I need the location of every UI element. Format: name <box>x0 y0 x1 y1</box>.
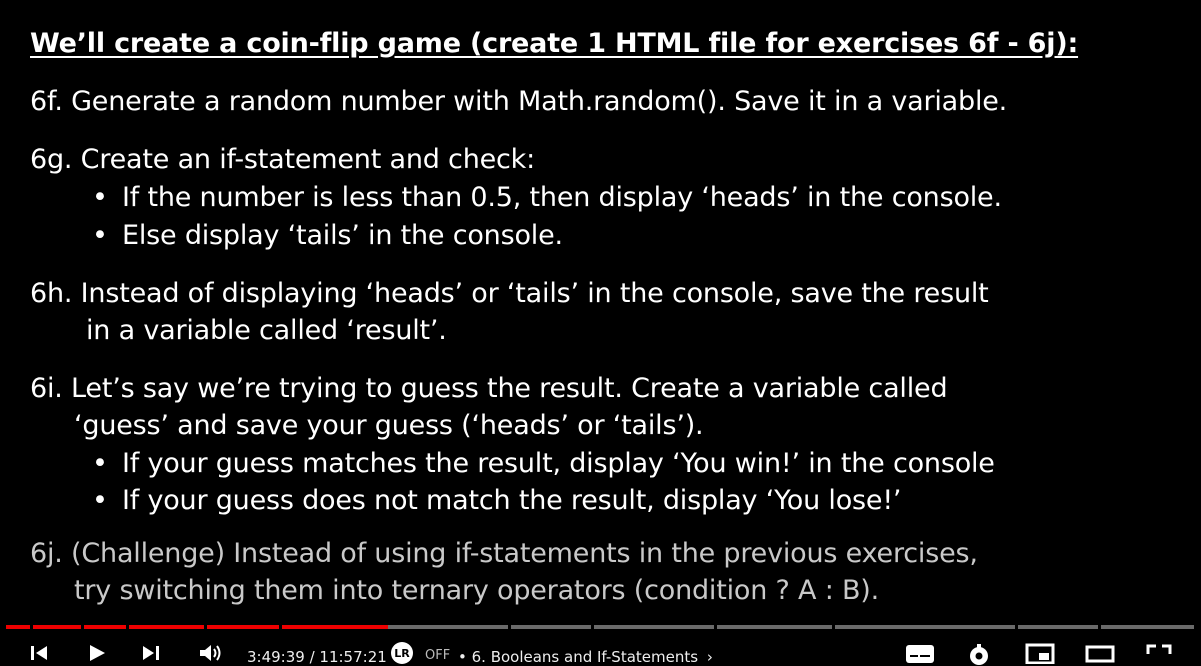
progress-bar[interactable] <box>6 620 1194 630</box>
exercise-6j-line-1: 6j. (Challenge) Instead of using if-stat… <box>30 538 978 569</box>
exercise-6i-bullet-1: If your guess matches the result, displa… <box>122 448 995 479</box>
autoplay-toggle-icon[interactable]: LR <box>389 642 419 664</box>
chapter-segment[interactable] <box>6 625 30 629</box>
play-icon[interactable] <box>86 642 108 664</box>
chapter-segment[interactable] <box>594 625 714 629</box>
exercise-6g-bullet-1: If the number is less than 0.5, then dis… <box>122 182 1002 213</box>
player-controls: 3:49:39 / 11:57:21 LR OFF • 6. Booleans … <box>0 636 1201 666</box>
exercise-6g: 6g. Create an if-statement and check: <box>30 144 536 175</box>
bullet: • <box>92 220 108 251</box>
volume-icon[interactable] <box>198 642 224 664</box>
chapter-segment[interactable] <box>388 625 508 629</box>
subtitles-icon[interactable] <box>905 642 935 664</box>
exercise-6g-bullet-2: Else display ‘tails’ in the console. <box>122 220 563 251</box>
chapter-segment[interactable] <box>835 625 1015 629</box>
chapter-segment[interactable] <box>717 625 832 629</box>
exercise-6j-line-2: try switching them into ternary operator… <box>74 575 880 606</box>
chapter-segment[interactable] <box>33 625 81 629</box>
chapter-segment[interactable] <box>1018 625 1098 629</box>
settings-icon[interactable] <box>966 642 992 666</box>
bullet: • <box>92 182 108 213</box>
exercise-6f: 6f. Generate a random number with Math.r… <box>30 86 1008 117</box>
chapter-segment[interactable] <box>84 625 126 629</box>
chapter-segment[interactable] <box>207 625 279 629</box>
bullet: • <box>92 485 108 516</box>
chapter-segment[interactable] <box>282 625 388 629</box>
chapter-title[interactable]: • 6. Booleans and If-Statements › <box>458 648 713 666</box>
next-icon[interactable] <box>140 642 162 664</box>
exercise-6i-line-1: 6i. Let’s say we’re trying to guess the … <box>30 373 948 404</box>
miniplayer-icon[interactable] <box>1025 642 1055 664</box>
chapter-segment[interactable] <box>511 625 591 629</box>
theater-icon[interactable] <box>1085 642 1115 664</box>
slide-title: We’ll create a coin-flip game (create 1 … <box>30 28 1079 59</box>
chapter-label: • 6. Booleans and If-Statements <box>458 648 699 666</box>
previous-icon[interactable] <box>28 642 50 664</box>
chevron-right-icon: › <box>706 648 713 666</box>
autoplay-state: OFF <box>425 648 451 663</box>
exercise-6i-bullet-2: If your guess does not match the result,… <box>122 485 902 516</box>
chapter-segment[interactable] <box>1101 625 1194 629</box>
fullscreen-icon[interactable] <box>1145 642 1173 664</box>
exercise-6i-line-2: ‘guess’ and save your guess (‘heads’ or … <box>74 410 704 441</box>
exercise-6h-line-2: in a variable called ‘result’. <box>86 315 447 346</box>
slide-content: We’ll create a coin-flip game (create 1 … <box>0 0 1201 620</box>
chapter-segment[interactable] <box>129 625 204 629</box>
exercise-6h-line-1: 6h. Instead of displaying ‘heads’ or ‘ta… <box>30 278 989 309</box>
bullet: • <box>92 448 108 479</box>
time-display: 3:49:39 / 11:57:21 <box>247 648 387 666</box>
svg-text:LR: LR <box>394 647 410 660</box>
